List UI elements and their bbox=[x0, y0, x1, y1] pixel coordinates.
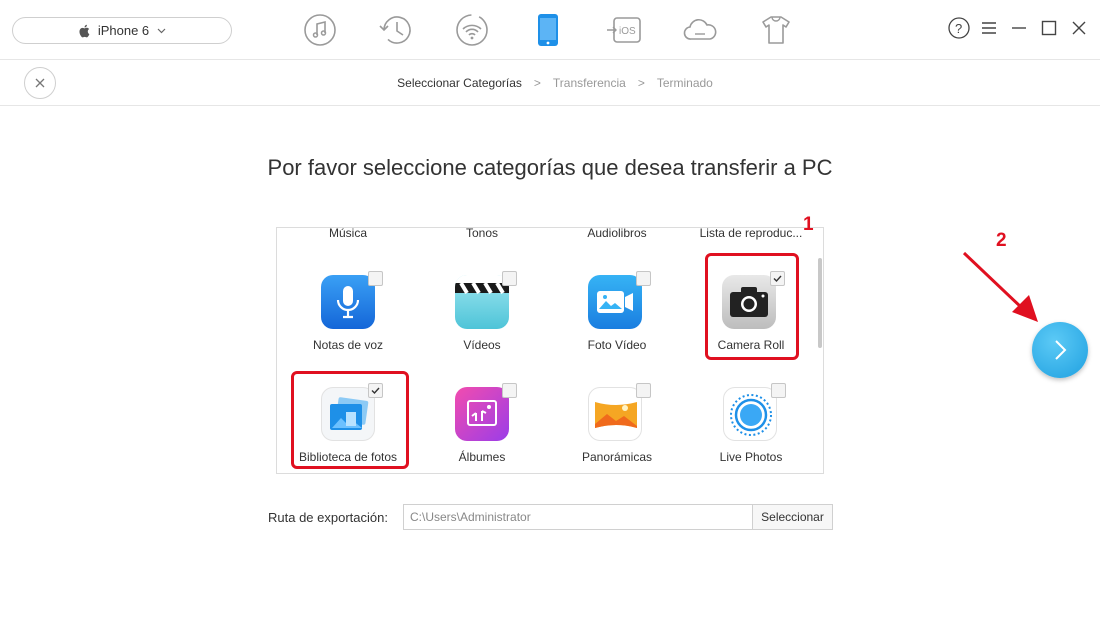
category-albums[interactable]: Álbumes bbox=[417, 382, 547, 472]
category-label: Vídeos bbox=[463, 338, 501, 352]
annotation-arrow-icon bbox=[962, 251, 1038, 322]
maximize-icon[interactable] bbox=[1038, 16, 1060, 40]
next-button[interactable] bbox=[1032, 322, 1088, 378]
photo-video-checkbox[interactable] bbox=[636, 271, 651, 286]
category-videos[interactable]: Vídeos bbox=[417, 270, 547, 360]
svg-text:?: ? bbox=[955, 21, 962, 36]
live-photos-checkbox[interactable] bbox=[771, 383, 786, 398]
wifi-icon[interactable] bbox=[452, 10, 492, 50]
category-ringtones-label[interactable]: Tonos bbox=[417, 226, 547, 240]
export-path-label: Ruta de exportación: bbox=[268, 510, 388, 525]
menu-icon[interactable] bbox=[978, 16, 1000, 40]
albums-icon bbox=[455, 387, 509, 441]
close-icon[interactable] bbox=[1068, 16, 1090, 40]
category-audiobooks-label[interactable]: Audiolibros bbox=[552, 226, 682, 240]
help-icon[interactable]: ? bbox=[948, 16, 970, 40]
ios-transfer-icon[interactable]: iOS bbox=[604, 10, 644, 50]
cloud-icon[interactable] bbox=[680, 10, 720, 50]
category-label: Álbumes bbox=[458, 450, 506, 464]
select-path-button[interactable]: Seleccionar bbox=[752, 504, 833, 530]
clapperboard-icon bbox=[455, 275, 509, 329]
history-icon[interactable] bbox=[376, 10, 416, 50]
minimize-icon[interactable] bbox=[1008, 16, 1030, 40]
category-label: Live Photos bbox=[719, 450, 783, 464]
category-music-label[interactable]: Música bbox=[283, 226, 413, 240]
breadcrumb-separator: > bbox=[637, 76, 645, 90]
device-selector[interactable]: iPhone 6 bbox=[12, 17, 232, 44]
photo-video-icon bbox=[588, 275, 642, 329]
music-icon[interactable] bbox=[300, 10, 340, 50]
step-bar: Seleccionar Categorías > Transferencia >… bbox=[0, 60, 1100, 106]
category-panoramas[interactable]: Panorámicas bbox=[552, 382, 682, 472]
category-photo-video[interactable]: Foto Vídeo bbox=[552, 270, 682, 360]
svg-text:iOS: iOS bbox=[619, 26, 636, 37]
highlight-photo-library bbox=[291, 371, 409, 469]
export-path-field[interactable]: C:\Users\Administrator bbox=[403, 504, 753, 530]
albums-checkbox[interactable] bbox=[502, 383, 517, 398]
step-select-categories: Seleccionar Categorías bbox=[397, 76, 522, 90]
videos-checkbox[interactable] bbox=[502, 271, 517, 286]
breadcrumb-separator: > bbox=[533, 76, 541, 90]
voice-memos-checkbox[interactable] bbox=[368, 271, 383, 286]
category-live-photos[interactable]: Live Photos bbox=[686, 382, 816, 472]
category-label: Panorámicas bbox=[581, 450, 653, 464]
category-label: Foto Vídeo bbox=[587, 338, 647, 352]
apple-icon bbox=[78, 24, 90, 38]
chevron-right-icon bbox=[1055, 340, 1067, 360]
microphone-icon bbox=[321, 275, 375, 329]
tshirt-icon[interactable] bbox=[756, 10, 796, 50]
iphone-icon[interactable] bbox=[528, 10, 568, 50]
step-finished: Terminado bbox=[656, 76, 713, 90]
step-transfer: Transferencia bbox=[552, 76, 626, 90]
breadcrumb: Seleccionar Categorías > Transferencia >… bbox=[0, 60, 1100, 106]
category-voice-memos[interactable]: Notas de voz bbox=[283, 270, 413, 360]
panel-scrollbar[interactable] bbox=[818, 258, 822, 348]
category-label: Notas de voz bbox=[312, 338, 384, 352]
highlight-camera-roll bbox=[705, 253, 799, 360]
page-title: Por favor seleccione categorías que dese… bbox=[267, 155, 833, 180]
panorama-icon bbox=[588, 387, 642, 441]
panoramas-checkbox[interactable] bbox=[636, 383, 651, 398]
device-name: iPhone 6 bbox=[97, 23, 150, 38]
category-playlist-label[interactable]: Lista de reproduc... bbox=[686, 226, 816, 240]
chevron-down-icon bbox=[157, 28, 166, 34]
live-photos-icon bbox=[723, 387, 777, 441]
annotation-badge-1: 1 bbox=[803, 214, 814, 235]
top-toolbar: iPhone 6 iOS ? bbox=[0, 0, 1100, 60]
